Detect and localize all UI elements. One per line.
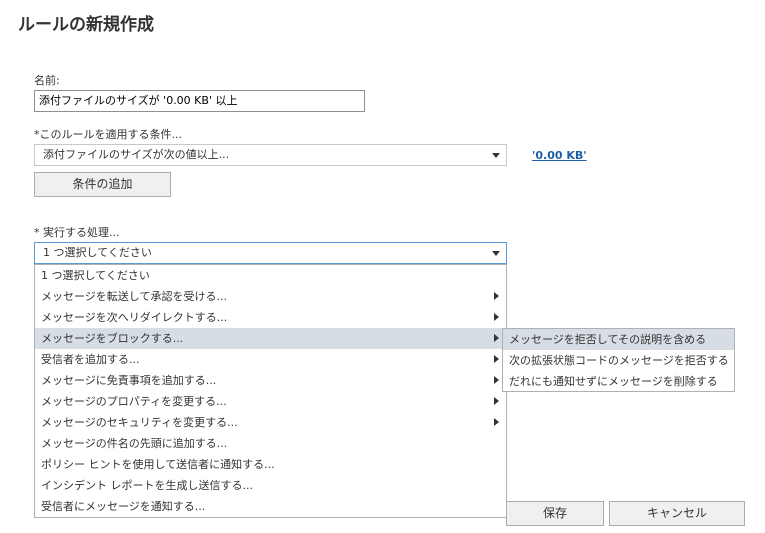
- chevron-right-icon: [494, 355, 499, 363]
- dropdown-item-label: メッセージを次へリダイレクトする...: [41, 311, 228, 324]
- chevron-right-icon: [494, 292, 499, 300]
- submenu-item-reject-with-explanation[interactable]: メッセージを拒否してその説明を含める: [503, 329, 734, 350]
- submenu-item-delete-silently[interactable]: だれにも通知せずにメッセージを削除する: [503, 371, 734, 392]
- action-label: * 実行する処理...: [34, 226, 120, 239]
- dropdown-item-label: メッセージをブロックする...: [41, 332, 184, 345]
- dropdown-item-label: ポリシー ヒントを使用して送信者に通知する...: [41, 458, 275, 471]
- dropdown-item-add-disclaimer[interactable]: メッセージに免責事項を追加する...: [35, 370, 506, 391]
- block-submenu: メッセージを拒否してその説明を含める 次の拡張状態コードのメッセージを拒否する …: [502, 328, 735, 392]
- dropdown-item-label: メッセージに免責事項を追加する...: [41, 374, 217, 387]
- add-condition-button[interactable]: 条件の追加: [34, 172, 171, 197]
- action-dropdown-list: 1 つ選択してください メッセージを転送して承認を受ける... メッセージを次へ…: [34, 264, 507, 518]
- chevron-right-icon: [494, 376, 499, 384]
- dropdown-item-forward-for-approval[interactable]: メッセージを転送して承認を受ける...: [35, 286, 506, 307]
- dropdown-item-add-recipients[interactable]: 受信者を追加する...: [35, 349, 506, 370]
- dropdown-item-label: 1 つ選択してください: [41, 269, 150, 282]
- dropdown-item-incident-report[interactable]: インシデント レポートを生成し送信する...: [35, 475, 506, 496]
- name-input[interactable]: 添付ファイルのサイズが '0.00 KB' 以上: [34, 90, 365, 112]
- dropdown-item-label: インシデント レポートを生成し送信する...: [41, 479, 253, 492]
- dropdown-item-label: 受信者を追加する...: [41, 353, 140, 366]
- page-title: ルールの新規作成: [18, 15, 154, 35]
- dropdown-item-label: メッセージのプロパティを変更する...: [41, 395, 227, 408]
- dropdown-item-label: メッセージを転送して承認を受ける...: [41, 290, 227, 303]
- chevron-right-icon: [494, 334, 499, 342]
- action-select[interactable]: 1 つ選択してください: [34, 242, 507, 264]
- dropdown-item-modify-properties[interactable]: メッセージのプロパティを変更する...: [35, 391, 506, 412]
- cancel-button[interactable]: キャンセル: [609, 501, 745, 526]
- chevron-right-icon: [494, 313, 499, 321]
- dropdown-arrow-icon: [492, 153, 500, 158]
- dropdown-arrow-icon: [492, 251, 500, 256]
- name-label: 名前:: [34, 74, 60, 87]
- submenu-item-reject-with-status-code[interactable]: 次の拡張状態コードのメッセージを拒否する: [503, 350, 734, 371]
- chevron-right-icon: [494, 418, 499, 426]
- chevron-right-icon: [494, 397, 499, 405]
- action-selected-text: 1 つ選択してください: [43, 246, 152, 259]
- condition-select[interactable]: 添付ファイルのサイズが次の値以上...: [34, 144, 507, 166]
- dropdown-item-label: メッセージのセキュリティを変更する...: [41, 416, 238, 429]
- save-button[interactable]: 保存: [506, 501, 604, 526]
- dropdown-item-redirect[interactable]: メッセージを次へリダイレクトする...: [35, 307, 506, 328]
- condition-value-link[interactable]: '0.00 KB': [532, 149, 587, 162]
- dropdown-item-notify-recipient[interactable]: 受信者にメッセージを通知する...: [35, 496, 506, 517]
- dropdown-item-label: 受信者にメッセージを通知する...: [41, 500, 206, 513]
- dropdown-item-label: メッセージの件名の先頭に追加する...: [41, 437, 228, 450]
- dropdown-item-block[interactable]: メッセージをブロックする...: [35, 328, 506, 349]
- dropdown-item-prepend-subject[interactable]: メッセージの件名の先頭に追加する...: [35, 433, 506, 454]
- dropdown-item-policy-tip[interactable]: ポリシー ヒントを使用して送信者に通知する...: [35, 454, 506, 475]
- dropdown-item-modify-security[interactable]: メッセージのセキュリティを変更する...: [35, 412, 506, 433]
- dropdown-item-select-one[interactable]: 1 つ選択してください: [35, 265, 506, 286]
- condition-label: *このルールを適用する条件...: [34, 128, 182, 141]
- condition-selected-text: 添付ファイルのサイズが次の値以上...: [43, 148, 230, 161]
